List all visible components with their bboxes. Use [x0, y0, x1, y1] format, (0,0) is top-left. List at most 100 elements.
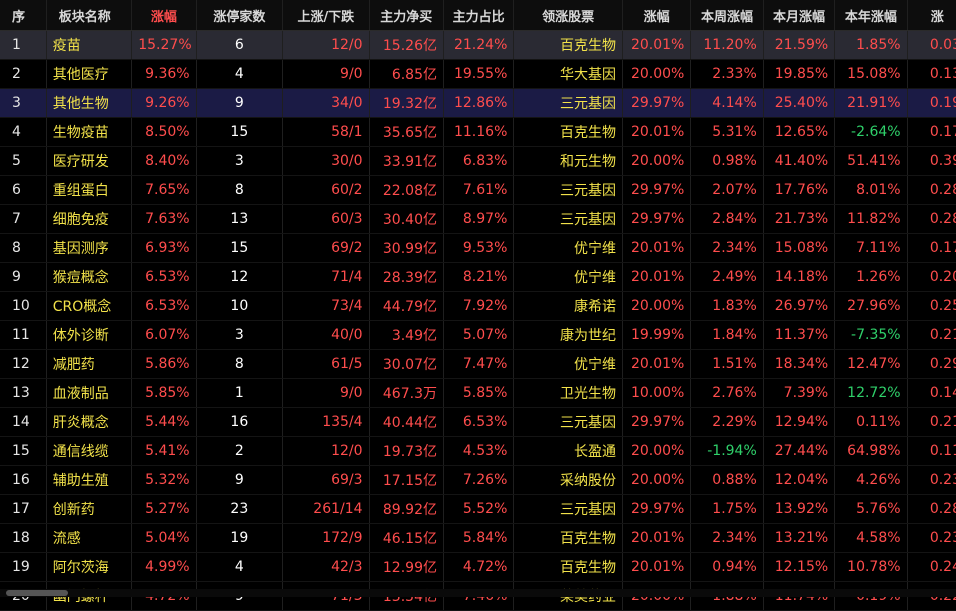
extra-col: 0.24	[907, 553, 956, 582]
limit-up-count: 8	[196, 176, 282, 205]
up-down-count: 12/0	[283, 437, 369, 466]
table-row[interactable]: 15通信线缆5.41%212/019.73亿4.53%长盈通20.00%-1.9…	[0, 437, 956, 466]
sector-name: 辅助生殖	[46, 466, 131, 495]
col-header-extra[interactable]: 涨	[907, 0, 956, 31]
col-header-updown[interactable]: 上涨/下跌	[283, 0, 369, 31]
table-row[interactable]: 2其他医疗9.36%49/06.85亿19.55%华大基因20.00%2.33%…	[0, 60, 956, 89]
limit-up-count: 13	[196, 205, 282, 234]
leader-change: 20.00%	[622, 437, 690, 466]
extra-col: 0.14	[907, 379, 956, 408]
leading-stock: 康为世纪	[514, 321, 623, 350]
year-change: 4.26%	[835, 466, 907, 495]
table-row[interactable]: 8基因测序6.93%1569/230.99亿9.53%优宁维20.01%2.34…	[0, 234, 956, 263]
month-change: 13.92%	[763, 495, 834, 524]
table-row[interactable]: 12减肥药5.86%861/530.07亿7.47%优宁维20.01%1.51%…	[0, 350, 956, 379]
month-change: 21.73%	[763, 205, 834, 234]
col-header-idx[interactable]: 序	[0, 0, 46, 31]
month-change: 21.59%	[763, 31, 834, 60]
table-row[interactable]: 17创新药5.27%23261/1489.92亿5.52%三元基因29.97%1…	[0, 495, 956, 524]
leader-change: 20.01%	[622, 118, 690, 147]
week-change: 1.75%	[691, 495, 763, 524]
col-header-ratio[interactable]: 主力占比	[443, 0, 513, 31]
table-row[interactable]: 16辅助生殖5.32%969/317.15亿7.26%采纳股份20.00%0.8…	[0, 466, 956, 495]
sector-name: CRO概念	[46, 292, 131, 321]
net-buy: 30.99亿	[369, 234, 443, 263]
table-row[interactable]: 9猴痘概念6.53%1271/428.39亿8.21%优宁维20.01%2.49…	[0, 263, 956, 292]
up-down-count: 12/0	[283, 31, 369, 60]
month-change: 14.18%	[763, 263, 834, 292]
table-row[interactable]: 13血液制品5.85%19/0467.3万5.85%卫光生物10.00%2.76…	[0, 379, 956, 408]
extra-col: 0.23	[907, 466, 956, 495]
extra-col: 0.39	[907, 147, 956, 176]
up-down-count: 69/3	[283, 466, 369, 495]
leader-change: 20.01%	[622, 553, 690, 582]
net-ratio: 4.53%	[443, 437, 513, 466]
table-row[interactable]: 18流感5.04%19172/946.15亿5.84%百克生物20.01%2.3…	[0, 524, 956, 553]
leading-stock: 卫光生物	[514, 379, 623, 408]
year-change: 51.41%	[835, 147, 907, 176]
sector-name: 阿尔茨海	[46, 553, 131, 582]
table-row[interactable]: 6重组蛋白7.65%860/222.08亿7.61%三元基因29.97%2.07…	[0, 176, 956, 205]
horizontal-scrollbar[interactable]	[0, 589, 956, 597]
leading-stock: 和元生物	[514, 147, 623, 176]
month-change: 26.97%	[763, 292, 834, 321]
limit-up-count: 3	[196, 321, 282, 350]
limit-up-count: 6	[196, 31, 282, 60]
up-down-count: 69/2	[283, 234, 369, 263]
net-buy: 40.44亿	[369, 408, 443, 437]
sector-name: 创新药	[46, 495, 131, 524]
row-index: 9	[0, 263, 46, 292]
leading-stock: 康希诺	[514, 292, 623, 321]
col-header-change[interactable]: 涨幅	[132, 0, 196, 31]
col-header-month[interactable]: 本月涨幅	[763, 0, 834, 31]
col-header-net[interactable]: 主力净买	[369, 0, 443, 31]
table-row[interactable]: 19阿尔茨海4.99%442/312.99亿4.72%百克生物20.01%0.9…	[0, 553, 956, 582]
up-down-count: 261/14	[283, 495, 369, 524]
table-row[interactable]: 4生物疫苗8.50%1558/135.65亿11.16%百克生物20.01%5.…	[0, 118, 956, 147]
leader-change: 20.01%	[622, 234, 690, 263]
extra-col: 0.17	[907, 234, 956, 263]
table-row[interactable]: 11体外诊断6.07%340/03.49亿5.07%康为世纪19.99%1.84…	[0, 321, 956, 350]
leader-change: 29.97%	[622, 205, 690, 234]
year-change: 1.26%	[835, 263, 907, 292]
leading-stock: 三元基因	[514, 408, 623, 437]
col-header-leader[interactable]: 领涨股票	[514, 0, 623, 31]
col-header-limit[interactable]: 涨停家数	[196, 0, 282, 31]
leader-change: 20.01%	[622, 263, 690, 292]
scrollbar-thumb[interactable]	[6, 590, 68, 596]
limit-up-count: 23	[196, 495, 282, 524]
up-down-count: 34/0	[283, 89, 369, 118]
limit-up-count: 9	[196, 466, 282, 495]
table-row[interactable]: 14肝炎概念5.44%16135/440.44亿6.53%三元基因29.97%2…	[0, 408, 956, 437]
leading-stock: 三元基因	[514, 176, 623, 205]
week-change: 2.49%	[691, 263, 763, 292]
leader-change: 20.00%	[622, 292, 690, 321]
year-change: 21.91%	[835, 89, 907, 118]
row-index: 1	[0, 31, 46, 60]
sector-name: 猴痘概念	[46, 263, 131, 292]
extra-col: 0.17	[907, 118, 956, 147]
week-change: -1.94%	[691, 437, 763, 466]
sector-name: 体外诊断	[46, 321, 131, 350]
net-ratio: 5.85%	[443, 379, 513, 408]
change-pct: 5.86%	[132, 350, 196, 379]
net-buy: 467.3万	[369, 379, 443, 408]
table-row[interactable]: 1疫苗15.27%612/015.26亿21.24%百克生物20.01%11.2…	[0, 31, 956, 60]
row-index: 13	[0, 379, 46, 408]
extra-col: 0.03	[907, 31, 956, 60]
table-row[interactable]: 5医疗研发8.40%330/033.91亿6.83%和元生物20.00%0.98…	[0, 147, 956, 176]
net-buy: 22.08亿	[369, 176, 443, 205]
week-change: 0.94%	[691, 553, 763, 582]
col-header-lead-change[interactable]: 涨幅	[622, 0, 690, 31]
col-header-year[interactable]: 本年涨幅	[835, 0, 907, 31]
week-change: 5.31%	[691, 118, 763, 147]
col-header-week[interactable]: 本周涨幅	[691, 0, 763, 31]
row-index: 2	[0, 60, 46, 89]
month-change: 7.39%	[763, 379, 834, 408]
table-row[interactable]: 10CRO概念6.53%1073/444.79亿7.92%康希诺20.00%1.…	[0, 292, 956, 321]
week-change: 0.98%	[691, 147, 763, 176]
year-change: 10.78%	[835, 553, 907, 582]
col-header-name[interactable]: 板块名称	[46, 0, 131, 31]
table-row[interactable]: 3其他生物9.26%934/019.32亿12.86%三元基因29.97%4.1…	[0, 89, 956, 118]
table-row[interactable]: 7细胞免疫7.63%1360/330.40亿8.97%三元基因29.97%2.8…	[0, 205, 956, 234]
